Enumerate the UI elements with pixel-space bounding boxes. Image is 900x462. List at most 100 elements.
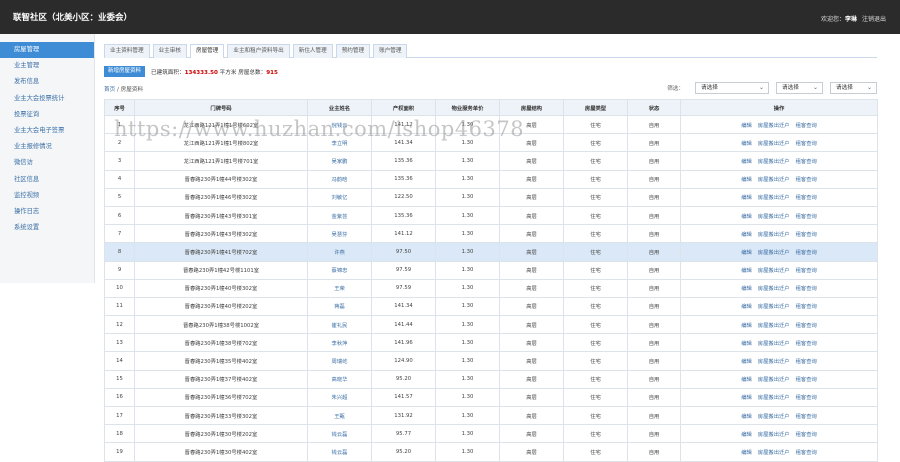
- move-out-link[interactable]: 房屋搬出迁户: [758, 304, 790, 310]
- table-row[interactable]: 18 晋春路230弄1幢30号楼202室 钱云磊 95.77 1.30 高层 住宅 自用 编辑房…: [104, 424, 878, 444]
- edit-link[interactable]: 编辑: [741, 159, 752, 165]
- table-row[interactable]: 4 晋春路230弄1幢44号楼302室 冯韵晗 135.36 1.30 高层 住宅 自用 编辑房…: [104, 169, 878, 189]
- edit-link[interactable]: 编辑: [741, 195, 752, 201]
- sidebar-item-5[interactable]: 业主大会电子签票: [0, 123, 94, 139]
- table-row[interactable]: 11 晋春路230弄1幢40号楼202室 蒋磊 141.34 1.30 高层 住宅 自用 编辑房…: [104, 296, 878, 317]
- tenant-query-link[interactable]: 租客查询: [796, 250, 817, 256]
- logout-link[interactable]: 注销退出: [862, 16, 886, 23]
- sidebar-item-10[interactable]: 操作日志: [0, 204, 94, 220]
- cell-name[interactable]: 周瑞屹: [307, 351, 372, 371]
- edit-link[interactable]: 编辑: [741, 232, 752, 238]
- move-out-link[interactable]: 房屋搬出迁户: [758, 232, 790, 238]
- edit-link[interactable]: 编辑: [741, 432, 752, 438]
- sidebar-item-6[interactable]: 业主报修情况: [0, 139, 94, 155]
- cell-name[interactable]: 吴家鹏: [307, 151, 372, 171]
- move-out-link[interactable]: 房屋搬出迁户: [758, 432, 790, 438]
- table-row[interactable]: 13 晋春路230弄1幢38号楼702室 李秋萍 141.96 1.30 高层 住宅 自用 编辑…: [104, 333, 878, 353]
- tab-4[interactable]: 新住人管理: [292, 44, 333, 58]
- cell-name[interactable]: 崔礼民: [307, 315, 372, 335]
- sidebar-item-3[interactable]: 业主大会投票统计: [0, 91, 94, 107]
- cell-name[interactable]: 李立明: [307, 133, 372, 153]
- table-row[interactable]: 10 晋春路230弄1幢40号楼302室 王荣 97.59 1.30 高层 住宅 自用 编辑 房屋…: [104, 278, 878, 298]
- edit-link[interactable]: 编辑: [741, 286, 752, 292]
- edit-link[interactable]: 编辑: [741, 141, 752, 147]
- edit-link[interactable]: 编辑: [741, 395, 752, 401]
- tenant-query-link[interactable]: 租客查询: [796, 341, 817, 347]
- tenant-query-link[interactable]: 租客查询: [796, 195, 817, 201]
- cell-name[interactable]: 钱云磊: [307, 442, 372, 462]
- sidebar-item-1[interactable]: 业主管理: [0, 58, 94, 74]
- cell-name[interactable]: 金紫芸: [307, 205, 372, 226]
- table-row[interactable]: 17 晋春路230弄1幢33号楼302室 王甄 131.92 1.30 高层 住宅 自用 编辑房…: [104, 405, 878, 426]
- edit-link[interactable]: 编辑: [741, 414, 752, 420]
- tab-1[interactable]: 业主审核: [152, 44, 187, 58]
- move-out-link[interactable]: 房屋搬出迁户: [758, 268, 790, 274]
- add-house-button[interactable]: 新增房屋资料: [104, 66, 146, 77]
- tab-0[interactable]: 业主资料管理: [104, 44, 150, 58]
- tenant-query-link[interactable]: 租客查询: [796, 177, 817, 183]
- edit-link[interactable]: 编辑: [741, 450, 752, 456]
- cell-name[interactable]: 李秋萍: [307, 333, 372, 353]
- move-out-link[interactable]: 房屋搬出迁户: [758, 177, 790, 183]
- edit-link[interactable]: 编辑: [741, 359, 752, 365]
- cell-name[interactable]: 蒋磊: [307, 296, 372, 317]
- move-out-link[interactable]: 房屋搬出迁户: [758, 195, 790, 201]
- cell-name[interactable]: 许燕: [307, 242, 372, 262]
- table-row[interactable]: 12 晋春路230弄1幢38号楼1002室 崔礼民 141.44 1.30 高层 住宅 自用编…: [104, 315, 878, 335]
- table-row[interactable]: 5 晋春路230弄1幢46号楼302室 刘敏亿 122.50 1.30 高层 住宅 自用 编辑房…: [104, 187, 878, 207]
- sidebar-item-0[interactable]: 房屋管理: [0, 42, 94, 59]
- table-row[interactable]: 9 晋春路230弄1幢42号楼1101室 蔡锦忠 97.59 1.30 高层 住宅 自用 编辑房…: [104, 260, 878, 280]
- cell-name[interactable]: 蔡锦忠: [307, 260, 372, 280]
- edit-link[interactable]: 编辑: [741, 268, 752, 274]
- cell-name[interactable]: 吴慧芬: [307, 224, 372, 244]
- filter-select-1[interactable]: 请选择 ⌄: [695, 81, 769, 94]
- move-out-link[interactable]: 房屋搬出迁户: [758, 414, 790, 420]
- sidebar-item-2[interactable]: 发布信息: [0, 74, 94, 90]
- cell-name[interactable]: 冯韵晗: [307, 169, 372, 189]
- move-out-link[interactable]: 房屋搬出迁户: [758, 159, 790, 165]
- sidebar-item-8[interactable]: 社区信息: [0, 172, 94, 188]
- tenant-query-link[interactable]: 租客查询: [796, 432, 817, 438]
- tenant-query-link[interactable]: 租客查询: [796, 268, 817, 274]
- table-row[interactable]: 7 晋春路230弄1幢43号楼302室 吴慧芬 141.12 1.30 高层 住宅 自用 编辑房…: [104, 224, 878, 244]
- move-out-link[interactable]: 房屋搬出迁户: [758, 141, 790, 147]
- filter-select-2[interactable]: 请选择 ⌄: [776, 81, 823, 94]
- tenant-query-link[interactable]: 租客查询: [796, 159, 817, 165]
- edit-link[interactable]: 编辑: [741, 304, 752, 310]
- table-row[interactable]: 2 龙江西路121弄1幢1号楼802室 李立明 141.34 1.30 高层 住宅 自用 编辑房…: [104, 133, 878, 153]
- table-row[interactable]: 3 龙江西路121弄1幢1号楼701室 吴家鹏 135.36 1.30 高层 住宅 自用 编辑房…: [104, 151, 878, 171]
- move-out-link[interactable]: 房屋搬出迁户: [758, 377, 790, 383]
- edit-link[interactable]: 编辑: [741, 377, 752, 383]
- cell-name[interactable]: 王甄: [307, 405, 372, 426]
- tab-5[interactable]: 预约管理: [335, 44, 371, 58]
- move-out-link[interactable]: 房屋搬出迁户: [758, 450, 790, 456]
- tenant-query-link[interactable]: 租客查询: [796, 414, 817, 420]
- table-row[interactable]: 8 晋春路230弄1幢41号楼702室 许燕 97.50 1.30 高层 住宅 自用 编辑 房屋搬…: [104, 242, 878, 262]
- sidebar-item-4[interactable]: 投票征询: [0, 107, 94, 123]
- edit-link[interactable]: 编辑: [741, 177, 752, 183]
- sidebar-item-9[interactable]: 监控视频: [0, 188, 94, 204]
- tenant-query-link[interactable]: 租客查询: [796, 395, 817, 401]
- tab-6[interactable]: 账户管理: [373, 44, 408, 58]
- tenant-query-link[interactable]: 租客查询: [796, 141, 817, 147]
- tenant-query-link[interactable]: 租客查询: [796, 377, 817, 383]
- cell-name[interactable]: 朱兴超: [307, 387, 372, 408]
- cell-name[interactable]: 钱云磊: [307, 424, 372, 444]
- table-row[interactable]: 1 龙江西路121弄1幢1号楼602室 倪钱云 141.12 1.30 高层 住宅 自用 编辑房…: [104, 114, 878, 135]
- edit-link[interactable]: 编辑: [741, 214, 752, 220]
- edit-link[interactable]: 编辑: [741, 323, 752, 329]
- sidebar-item-11[interactable]: 系统设置: [0, 220, 94, 236]
- breadcrumb-home[interactable]: 首页: [104, 87, 115, 93]
- move-out-link[interactable]: 房屋搬出迁户: [758, 250, 790, 256]
- move-out-link[interactable]: 房屋搬出迁户: [758, 286, 790, 292]
- tenant-query-link[interactable]: 租客查询: [796, 214, 817, 220]
- edit-link[interactable]: 编辑: [741, 123, 752, 129]
- table-row[interactable]: 14 晋春路230弄1幢35号楼402室 周瑞屹 124.90 1.30 高层 住宅 自用 编辑…: [104, 351, 878, 371]
- tab-2[interactable]: 房屋管理: [189, 44, 225, 58]
- tenant-query-link[interactable]: 租客查询: [796, 123, 817, 129]
- cell-name[interactable]: 刘敏亿: [307, 187, 372, 207]
- sidebar-item-7[interactable]: 微信访: [0, 155, 94, 171]
- table-row[interactable]: 15 晋春路230弄1幢37号楼402室 高晓华 95.20 1.30 高层 住宅 自用 编辑房…: [104, 369, 878, 389]
- tenant-query-link[interactable]: 租客查询: [796, 286, 817, 292]
- table-row[interactable]: 6 晋春路230弄1幢43号楼301室 金紫芸 135.36 1.30 高层 住宅 自用 编辑房…: [104, 205, 878, 226]
